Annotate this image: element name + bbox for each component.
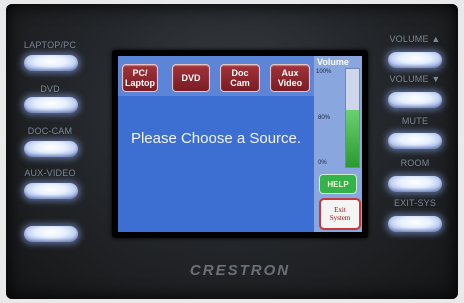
exit-sys-hardware-button[interactable] [388, 216, 442, 232]
help-button[interactable]: HELP [319, 174, 357, 194]
crestron-logo: CRESTRON [189, 262, 291, 279]
doc-cam-label: DOC-CAM [27, 126, 73, 136]
source-aux-video-button[interactable]: Aux Video [270, 64, 310, 92]
exit-sys-label: EXIT-SYS [393, 198, 437, 208]
mute-hardware-button[interactable] [388, 133, 442, 149]
volume-mark-100: 100% [316, 69, 332, 75]
unlabeled-hardware-button[interactable] [24, 226, 78, 242]
doc-cam-hardware-button[interactable] [24, 141, 78, 157]
room-label: ROOM [400, 158, 430, 168]
aux-video-hardware-button[interactable] [24, 183, 78, 199]
volume-up-hardware-button[interactable] [388, 52, 442, 68]
mute-label: MUTE [401, 116, 429, 126]
volume-down-label: VOLUME ▼ [389, 74, 441, 84]
volume-up-label: VOLUME ▲ [389, 34, 441, 44]
laptop-pc-label: LAPTOP/PC [23, 40, 77, 50]
source-doc-cam-button[interactable]: Doc Cam [220, 64, 260, 92]
dvd-hardware-button[interactable] [24, 97, 78, 113]
dvd-label: DVD [40, 84, 60, 94]
volume-title: Volume [317, 57, 349, 67]
choose-source-prompt: Please Choose a Source. [130, 130, 302, 147]
aux-video-label: AUX-VIDEO [24, 168, 76, 178]
volume-mark-0: 0% [318, 160, 327, 166]
room-hardware-button[interactable] [388, 176, 442, 192]
source-pc-laptop-button[interactable]: PC/ Laptop [122, 64, 158, 92]
volume-down-hardware-button[interactable] [388, 92, 442, 108]
volume-mark-80: 80% [318, 115, 331, 121]
touchscreen-display: PC/ Laptop DVD Doc Cam Aux Video Please … [118, 56, 362, 232]
source-dvd-button[interactable]: DVD [172, 64, 210, 92]
volume-meter-fill [346, 110, 359, 167]
laptop-pc-hardware-button[interactable] [24, 55, 78, 71]
volume-meter [345, 68, 360, 168]
exit-system-button[interactable]: Exit System [319, 198, 361, 230]
